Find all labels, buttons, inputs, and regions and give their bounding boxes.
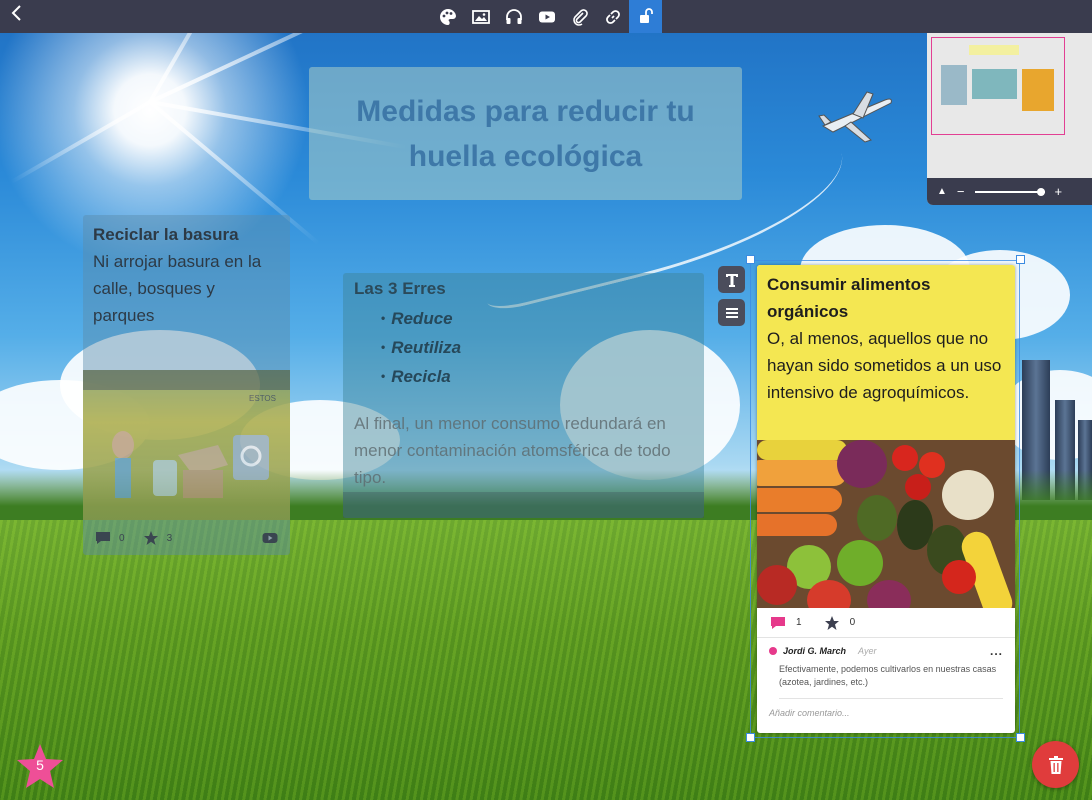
comment-count: 1 (796, 617, 802, 628)
collapse-minimap-button[interactable]: ▲ (937, 186, 947, 197)
note-card-recycle[interactable]: Reciclar la basura Ni arrojar basura en … (83, 215, 290, 555)
image-band (83, 370, 290, 390)
tool-group (431, 0, 662, 33)
attachment-button[interactable] (563, 0, 596, 33)
card-heading: Reciclar la basura (93, 225, 239, 244)
card-heading: Las 3 Erres (354, 279, 446, 298)
card-text: Reciclar la basura Ni arrojar basura en … (83, 215, 290, 335)
list-item: Reduce (381, 305, 704, 334)
trash-icon (1048, 755, 1063, 774)
star-badge[interactable]: 5 (14, 742, 66, 792)
star-count: 0 (849, 617, 856, 628)
zoom-in-button[interactable]: + (1055, 184, 1063, 199)
comment-icon[interactable] (770, 615, 786, 631)
comment-author[interactable]: Jordi G. March (783, 646, 846, 656)
airplane-icon (818, 91, 892, 143)
comment-icon[interactable] (95, 530, 111, 546)
video-icon[interactable] (262, 530, 278, 546)
recycling-illustration: ESTOS (83, 370, 290, 520)
user-dot (769, 647, 777, 655)
card-body: Ni arrojar basura en la calle, bosques y… (93, 252, 262, 325)
add-comment-input[interactable]: Añadir comentario... (757, 699, 1015, 727)
card-body: O, al menos, aquellos que no hayan sido … (767, 329, 1002, 402)
image-button[interactable] (464, 0, 497, 33)
card-heading: Consumir alimentos orgánicos (767, 275, 931, 321)
comment-more-button[interactable]: ... (990, 644, 1003, 658)
menu-icon (725, 307, 738, 318)
resize-handle[interactable] (1016, 733, 1025, 742)
star-icon[interactable] (143, 530, 159, 546)
zoom-out-button[interactable]: − (957, 184, 965, 199)
title-card[interactable]: Medidas para reducir tu huella ecológica (309, 67, 742, 200)
headphones-icon (505, 8, 522, 24)
lock-button[interactable] (629, 0, 662, 33)
minimap-viewport[interactable] (931, 37, 1065, 135)
link-icon (605, 9, 620, 24)
zoom-slider[interactable] (974, 187, 1045, 196)
youtube-icon (538, 11, 555, 22)
zoom-slider-knob[interactable] (1037, 187, 1045, 196)
erres-list: Reduce Reutiliza Recicla (381, 305, 704, 392)
text-format-button[interactable] (718, 266, 745, 293)
attachment-icon (572, 8, 588, 26)
video-button[interactable] (530, 0, 563, 33)
comment-header: Jordi G. March Ayer ... (769, 644, 1003, 658)
image-icon (471, 9, 490, 24)
chevron-left-icon (11, 5, 21, 21)
star-icon[interactable] (824, 615, 840, 631)
link-button[interactable] (596, 0, 629, 33)
image-tag: ESTOS (249, 394, 276, 403)
note-card-erres[interactable]: Las 3 Erres Reduce Reutiliza Recicla Al … (343, 273, 704, 518)
board-title: Medidas para reducir tu huella ecológica (356, 94, 695, 173)
card-footer: 1 0 (757, 608, 1015, 638)
list-item: Reutiliza (381, 334, 704, 363)
text-icon (725, 273, 738, 287)
resize-handle[interactable] (746, 733, 755, 742)
list-item: Recicla (381, 363, 704, 392)
recycling-scene-icon (112, 431, 269, 498)
vegetables-image (757, 440, 1015, 608)
card-footer: 0 3 (83, 521, 290, 555)
top-toolbar (0, 0, 1092, 33)
comment: Jordi G. March Ayer ... Efectivamente, p… (757, 638, 1015, 699)
minimap[interactable]: ▲ − + (927, 33, 1092, 205)
comment-time: Ayer (858, 646, 877, 656)
back-button[interactable] (6, 4, 28, 28)
minimap-controls: ▲ − + (927, 178, 1092, 205)
menu-button[interactable] (718, 299, 745, 326)
star-badge-count: 5 (36, 757, 44, 773)
card-footer (343, 492, 704, 518)
comment-text: Efectivamente, podemos cultivarlos en nu… (779, 663, 1003, 699)
resize-handle[interactable] (746, 255, 755, 264)
palette-button[interactable] (431, 0, 464, 33)
delete-button[interactable] (1032, 741, 1079, 788)
star-count: 3 (166, 532, 173, 544)
card-paragraph: Al final, un menor consumo redundará en … (354, 414, 671, 487)
audio-button[interactable] (497, 0, 530, 33)
note-card-food[interactable]: Consumir alimentos orgánicos O, al menos… (757, 265, 1015, 733)
unlock-icon (639, 7, 653, 23)
palette-icon (439, 8, 456, 25)
comment-count: 0 (119, 532, 125, 544)
card-text: Consumir alimentos orgánicos O, al menos… (757, 265, 1015, 440)
resize-handle[interactable] (1016, 255, 1025, 264)
